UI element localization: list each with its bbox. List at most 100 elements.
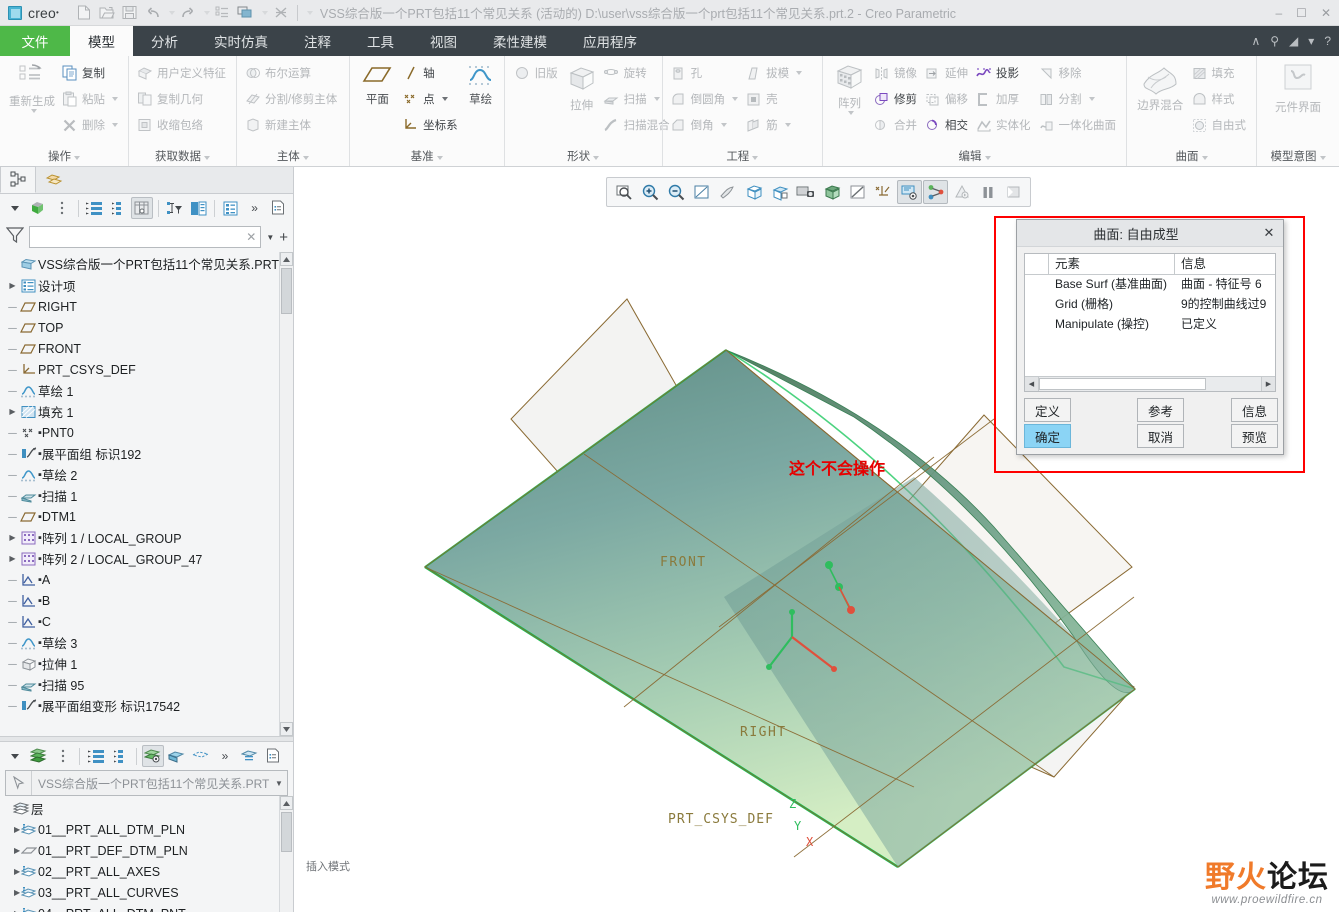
model-tree-scrollbar[interactable] xyxy=(279,252,293,736)
mirror-button[interactable]: 镜像 xyxy=(871,60,922,86)
model-tree-tab[interactable] xyxy=(0,166,36,193)
layer-toolbar[interactable]: » xyxy=(0,742,293,770)
tree-item[interactable]: ▶ ▪ 阵列 1 / LOCAL_GROUP xyxy=(0,527,279,548)
chamfer-button[interactable]: 倒角 xyxy=(668,112,744,138)
layer-new-icon[interactable] xyxy=(166,745,188,767)
ribbon-group-title-body[interactable]: 主体 xyxy=(237,149,349,166)
ribbon-group-title-datum[interactable]: 基准 xyxy=(350,149,504,166)
ribbon-group-title-shapes[interactable]: 形状 xyxy=(505,149,662,166)
dialog-table-row[interactable]: Grid (栅格) 9的控制曲线过9 xyxy=(1025,295,1275,315)
window-controls[interactable]: – ☐ ✕ xyxy=(1275,7,1339,19)
model-tree-search-input[interactable]: ✕ xyxy=(29,226,262,248)
expand-arrow-icon[interactable]: ▶ xyxy=(6,407,19,416)
layer-scroll-thumb[interactable] xyxy=(281,812,292,852)
dialog-table-row[interactable]: Base Surf (基准曲面) 曲面 - 特征号 6 xyxy=(1025,275,1275,295)
search-input-field[interactable] xyxy=(34,230,247,244)
repaint-icon[interactable] xyxy=(715,180,740,204)
new-file-icon[interactable] xyxy=(73,2,95,24)
hscroll-right-arrow-icon[interactable]: ▶ xyxy=(1261,377,1275,391)
layer-tree[interactable]: 层 ▶ 01__PRT_ALL_DTM_PLN ▶ 01__PRT_DEF_DTM_P… xyxy=(0,796,293,912)
round-button[interactable]: 倒圆角 xyxy=(668,86,744,112)
split-menu-icon[interactable] xyxy=(1088,97,1095,101)
datum-display-filters-icon[interactable] xyxy=(871,180,896,204)
datum-csys-button[interactable]: 坐标系 xyxy=(400,112,463,138)
collapse-all-icon[interactable] xyxy=(108,197,130,219)
tab-flexible-modeling[interactable]: 柔性建模 xyxy=(475,26,565,56)
tree-item[interactable]: ─ ▪ A xyxy=(0,569,279,590)
layer-select-icon[interactable] xyxy=(190,745,212,767)
expand-all-icon[interactable] xyxy=(84,197,106,219)
copy-button[interactable]: 复制 xyxy=(59,60,123,86)
layer-item[interactable]: ▶ 01__PRT_DEF_DTM_PLN xyxy=(0,840,279,861)
tree-item[interactable]: ─ RIGHT xyxy=(0,296,279,317)
shell-button[interactable]: 壳 xyxy=(743,86,807,112)
search-icon[interactable]: ⚲ xyxy=(1270,34,1279,48)
layer-expand-arrow-icon[interactable]: ▶ xyxy=(6,867,20,876)
component-interface-button[interactable]: 元件界面 xyxy=(1262,60,1334,149)
tree-item[interactable]: ─ ▪ 展平面组 标识192 xyxy=(0,443,279,464)
tree-item[interactable]: ▶ 填充 1 xyxy=(0,401,279,422)
filter-dropdown-icon[interactable]: ▼ xyxy=(266,233,274,242)
chevron-down-icon[interactable]: ▾ xyxy=(1308,34,1314,48)
layer-collapse-icon[interactable] xyxy=(109,745,131,767)
graduation-cap-icon[interactable]: ◢ xyxy=(1289,34,1298,48)
layer-props-icon[interactable] xyxy=(238,745,260,767)
layer-tree-scrollbar[interactable] xyxy=(279,796,293,912)
layer-expand-arrow-icon[interactable]: ▶ xyxy=(6,825,20,834)
boundary-blend-button[interactable]: 边界混合 xyxy=(1132,60,1189,149)
dialog-table-row[interactable]: Manipulate (操控) 已定义 xyxy=(1025,315,1275,335)
overflow-icon[interactable]: » xyxy=(244,197,266,219)
tab-annotate[interactable]: 注释 xyxy=(286,26,349,56)
table-body[interactable]: Base Surf (基准曲面) 曲面 - 特征号 6 Grid (栅格) 9的控制曲… xyxy=(1025,275,1275,376)
pause-icon[interactable] xyxy=(975,180,1000,204)
tree-item[interactable]: ─ ▪ DTM1 xyxy=(0,506,279,527)
layer-model-selector[interactable]: VSS综合版一个PRT包括11个常见关系.PRT ▼ xyxy=(5,770,288,796)
tree-doc-icon[interactable] xyxy=(267,197,289,219)
hscroll-left-arrow-icon[interactable]: ◀ xyxy=(1025,377,1039,391)
stop-icon[interactable] xyxy=(1001,180,1026,204)
scroll-down-button[interactable] xyxy=(280,722,293,736)
zoom-out-icon[interactable] xyxy=(663,180,688,204)
layers-stack-icon[interactable] xyxy=(28,745,50,767)
delete-button[interactable]: 删除 xyxy=(59,112,123,138)
tree-item[interactable]: ▶ ▪ 阵列 2 / LOCAL_GROUP_47 xyxy=(0,548,279,569)
save-icon[interactable] xyxy=(119,2,141,24)
unify-surface-button[interactable]: 一体化曲面 xyxy=(1036,112,1122,138)
tab-live-simulation[interactable]: 实时仿真 xyxy=(196,26,286,56)
preview-button[interactable]: 预览 xyxy=(1231,424,1278,448)
solidify-button[interactable]: 实体化 xyxy=(973,112,1036,138)
ribbon-group-title-get-data[interactable]: 获取数据 xyxy=(129,149,236,166)
tree-item[interactable]: ─ ▪ 扫描 1 xyxy=(0,485,279,506)
tab-tools[interactable]: 工具 xyxy=(349,26,412,56)
layer-settings-arrow-icon[interactable] xyxy=(4,745,26,767)
expand-arrow-icon[interactable]: ▶ xyxy=(6,533,19,542)
udf-button[interactable]: 用户定义特征 xyxy=(134,60,231,86)
tree-item[interactable]: ─ ▪ 草绘 2 xyxy=(0,464,279,485)
expand-arrow-icon[interactable]: ▶ xyxy=(6,281,19,290)
ribbon-group-title-operations[interactable]: 操作 xyxy=(0,149,128,166)
layer-tree-root[interactable]: 层 xyxy=(0,798,279,819)
sketch-button[interactable]: 草绘 xyxy=(463,60,499,149)
sweep-menu-icon[interactable] xyxy=(653,97,660,101)
zoom-in-icon[interactable] xyxy=(637,180,662,204)
tree-item[interactable]: ▶ 设计项 xyxy=(0,275,279,296)
undo-dropdown-icon[interactable] xyxy=(165,2,176,24)
tree-root[interactable]: VSS综合版一个PRT包括11个常见关系.PRT xyxy=(0,254,279,275)
freestyle-button[interactable]: 自由式 xyxy=(1189,112,1252,138)
tree-columns-icon[interactable] xyxy=(131,197,153,219)
play-icon[interactable] xyxy=(949,180,974,204)
tree-item[interactable]: ─ 草绘 1 xyxy=(0,380,279,401)
hscroll-thumb[interactable] xyxy=(1039,378,1206,390)
paste-menu-icon[interactable] xyxy=(112,97,118,101)
boolean-button[interactable]: 布尔运算 xyxy=(242,60,342,86)
tree-more-icon[interactable] xyxy=(51,197,73,219)
layer-selector-chevron-down-icon[interactable]: ▼ xyxy=(271,779,287,788)
tree-item[interactable]: ─ ▪ C xyxy=(0,611,279,632)
delete-menu-icon[interactable] xyxy=(112,123,118,127)
legacy-button[interactable]: 旧版 xyxy=(510,60,563,86)
graphics-toolbar[interactable] xyxy=(606,177,1031,207)
named-view-camera-icon[interactable] xyxy=(793,180,818,204)
ribbon-right-controls[interactable]: ∧ ⚲ ◢ ▾ ? xyxy=(1251,26,1339,56)
thicken-button[interactable]: 加厚 xyxy=(973,86,1036,112)
element-table[interactable]: 元素 信息 Base Surf (基准曲面) 曲面 - 特征号 6 Grid (栅格… xyxy=(1024,253,1276,392)
